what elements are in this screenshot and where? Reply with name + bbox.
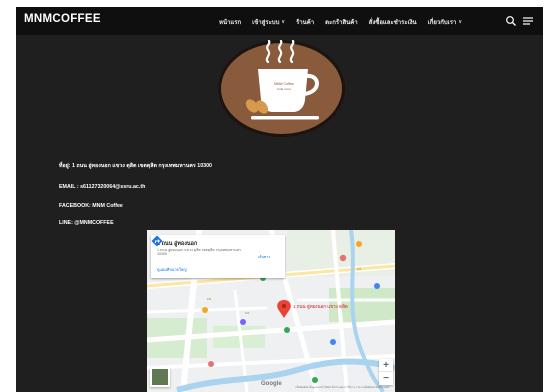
main-nav: หน้าแรก เข้าสู่ระบบ ∨ ร้านค้า ตะกร้าสินค้… xyxy=(219,16,468,28)
nav-label: ร้านค้า xyxy=(296,20,315,26)
search-icon[interactable] xyxy=(505,15,517,27)
nav-item-about[interactable]: เกี่ยวกับเรา ∨ xyxy=(428,17,462,27)
address-text: ที่อยู่: 1 ถนน อู่ทองนอก แขวง ดุสิต เขตด… xyxy=(59,163,212,169)
page: MNMCOFFEE หน้าแรก เข้าสู่ระบบ ∨ ร้านค้า ต… xyxy=(16,7,543,392)
facebook-text[interactable]: FACEBOOK: MNM Coffee xyxy=(59,203,123,209)
email-text[interactable]: EMAIL : s61127320064@ssru.ac.th xyxy=(59,184,145,190)
map-poi-label: ••• xyxy=(207,296,212,301)
nav-item-checkout[interactable]: สั่งซื้อและชำระเงิน xyxy=(369,17,417,27)
nav-item-login[interactable]: เข้าสู่ระบบ ∨ xyxy=(252,17,285,27)
nav-item-cart[interactable]: ตะกร้าสินค้า xyxy=(325,17,358,27)
map-layer-toggle[interactable] xyxy=(150,367,170,387)
google-logo: Google xyxy=(261,381,282,387)
nav-label: ตะกร้าสินค้า xyxy=(325,20,358,26)
google-map[interactable]: ••• ••• ••• 1 ถนน อู่ทองนอก แขวง ดุสิต 1… xyxy=(147,230,395,392)
map-poi-label: ••• xyxy=(245,310,250,315)
nav-label: หน้าแรก xyxy=(219,20,242,26)
map-footer-links[interactable]: แป้นพิมพ์ลัด ข้อมูลแผนที่ ©2022 ข้อกำหนด… xyxy=(295,386,389,390)
zoom-controls: + − xyxy=(379,359,393,385)
line-text[interactable]: LINE: @MNMCOFFEE xyxy=(59,220,114,226)
directions-label[interactable]: เส้นทาง xyxy=(252,254,276,260)
chevron-down-icon: ∨ xyxy=(458,19,462,25)
coffee-logo: MNM Coffee Café more xyxy=(218,40,345,137)
map-info-card: 1 ถนน อู่ทองนอก 1 ถนน อู่ทองนอก แขวง ดุส… xyxy=(151,235,285,278)
nav-label: เกี่ยวกับเรา xyxy=(427,20,457,26)
nav-label: เข้าสู่ระบบ xyxy=(252,20,280,26)
brand-logo-text[interactable]: MNMCOFFEE xyxy=(24,13,101,25)
map-card-address: 1 ถนน อู่ทองนอก แขวง ดุสิต เขตดุสิต กรุง… xyxy=(157,248,241,257)
nav-item-shop[interactable]: ร้านค้า xyxy=(296,17,314,27)
view-larger-map-link[interactable]: ดูแผนที่ขนาดใหญ่ xyxy=(157,267,187,273)
nav-item-home[interactable]: หน้าแรก xyxy=(219,17,241,27)
chevron-down-icon: ∨ xyxy=(281,19,286,25)
nav-label: สั่งซื้อและชำระเงิน xyxy=(368,20,417,26)
logo-text-line1: MNM Coffee xyxy=(274,82,294,86)
zoom-out-button[interactable]: − xyxy=(379,372,393,385)
top-navbar: MNMCOFFEE หน้าแรก เข้าสู่ระบบ ∨ ร้านค้า ต… xyxy=(16,7,543,35)
map-card-title: 1 ถนน อู่ทองนอก xyxy=(157,241,198,247)
directions-icon[interactable] xyxy=(151,235,163,247)
logo-text-line2: Café more xyxy=(277,87,291,91)
zoom-in-button[interactable]: + xyxy=(379,359,393,372)
saucer-icon xyxy=(251,116,319,120)
map-poi-label: ••• xyxy=(357,266,362,271)
hamburger-menu-icon[interactable] xyxy=(522,15,534,27)
